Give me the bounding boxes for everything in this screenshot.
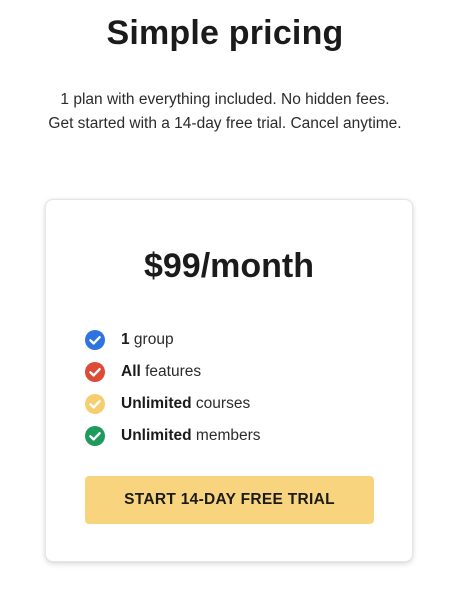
icon-fill <box>85 362 105 382</box>
icon-fill <box>85 330 105 350</box>
feature-item-features: All features <box>85 356 261 388</box>
feature-item-groups: 1 group <box>85 324 261 356</box>
feature-label: Unlimited courses <box>121 395 251 412</box>
check-circle-icon <box>85 426 105 446</box>
feature-label: Unlimited members <box>121 427 261 444</box>
feature-item-members: Unlimited members <box>85 420 261 452</box>
subtitle-line-2: Get started with a 14-day free trial. Ca… <box>48 115 402 132</box>
subtitle-line-1: 1 plan with everything included. No hidd… <box>60 91 390 108</box>
start-trial-button[interactable]: START 14-DAY FREE TRIAL <box>85 476 374 524</box>
page-subtitle: 1 plan with everything included. No hidd… <box>0 88 450 136</box>
feature-item-courses: Unlimited courses <box>85 388 261 420</box>
feature-label: All features <box>121 363 202 380</box>
check-circle-icon <box>85 330 105 350</box>
check-circle-icon <box>85 362 105 382</box>
icon-fill <box>85 394 105 414</box>
icon-fill <box>85 426 105 446</box>
page-title: Simple pricing <box>106 14 344 52</box>
feature-label: 1 group <box>121 331 174 348</box>
check-circle-icon <box>85 394 105 414</box>
plan-price: $99/month <box>143 247 315 285</box>
pricing-card: $99/month 1 group All features Unlimited… <box>45 199 413 562</box>
feature-list: 1 group All features Unlimited courses U… <box>85 324 261 452</box>
